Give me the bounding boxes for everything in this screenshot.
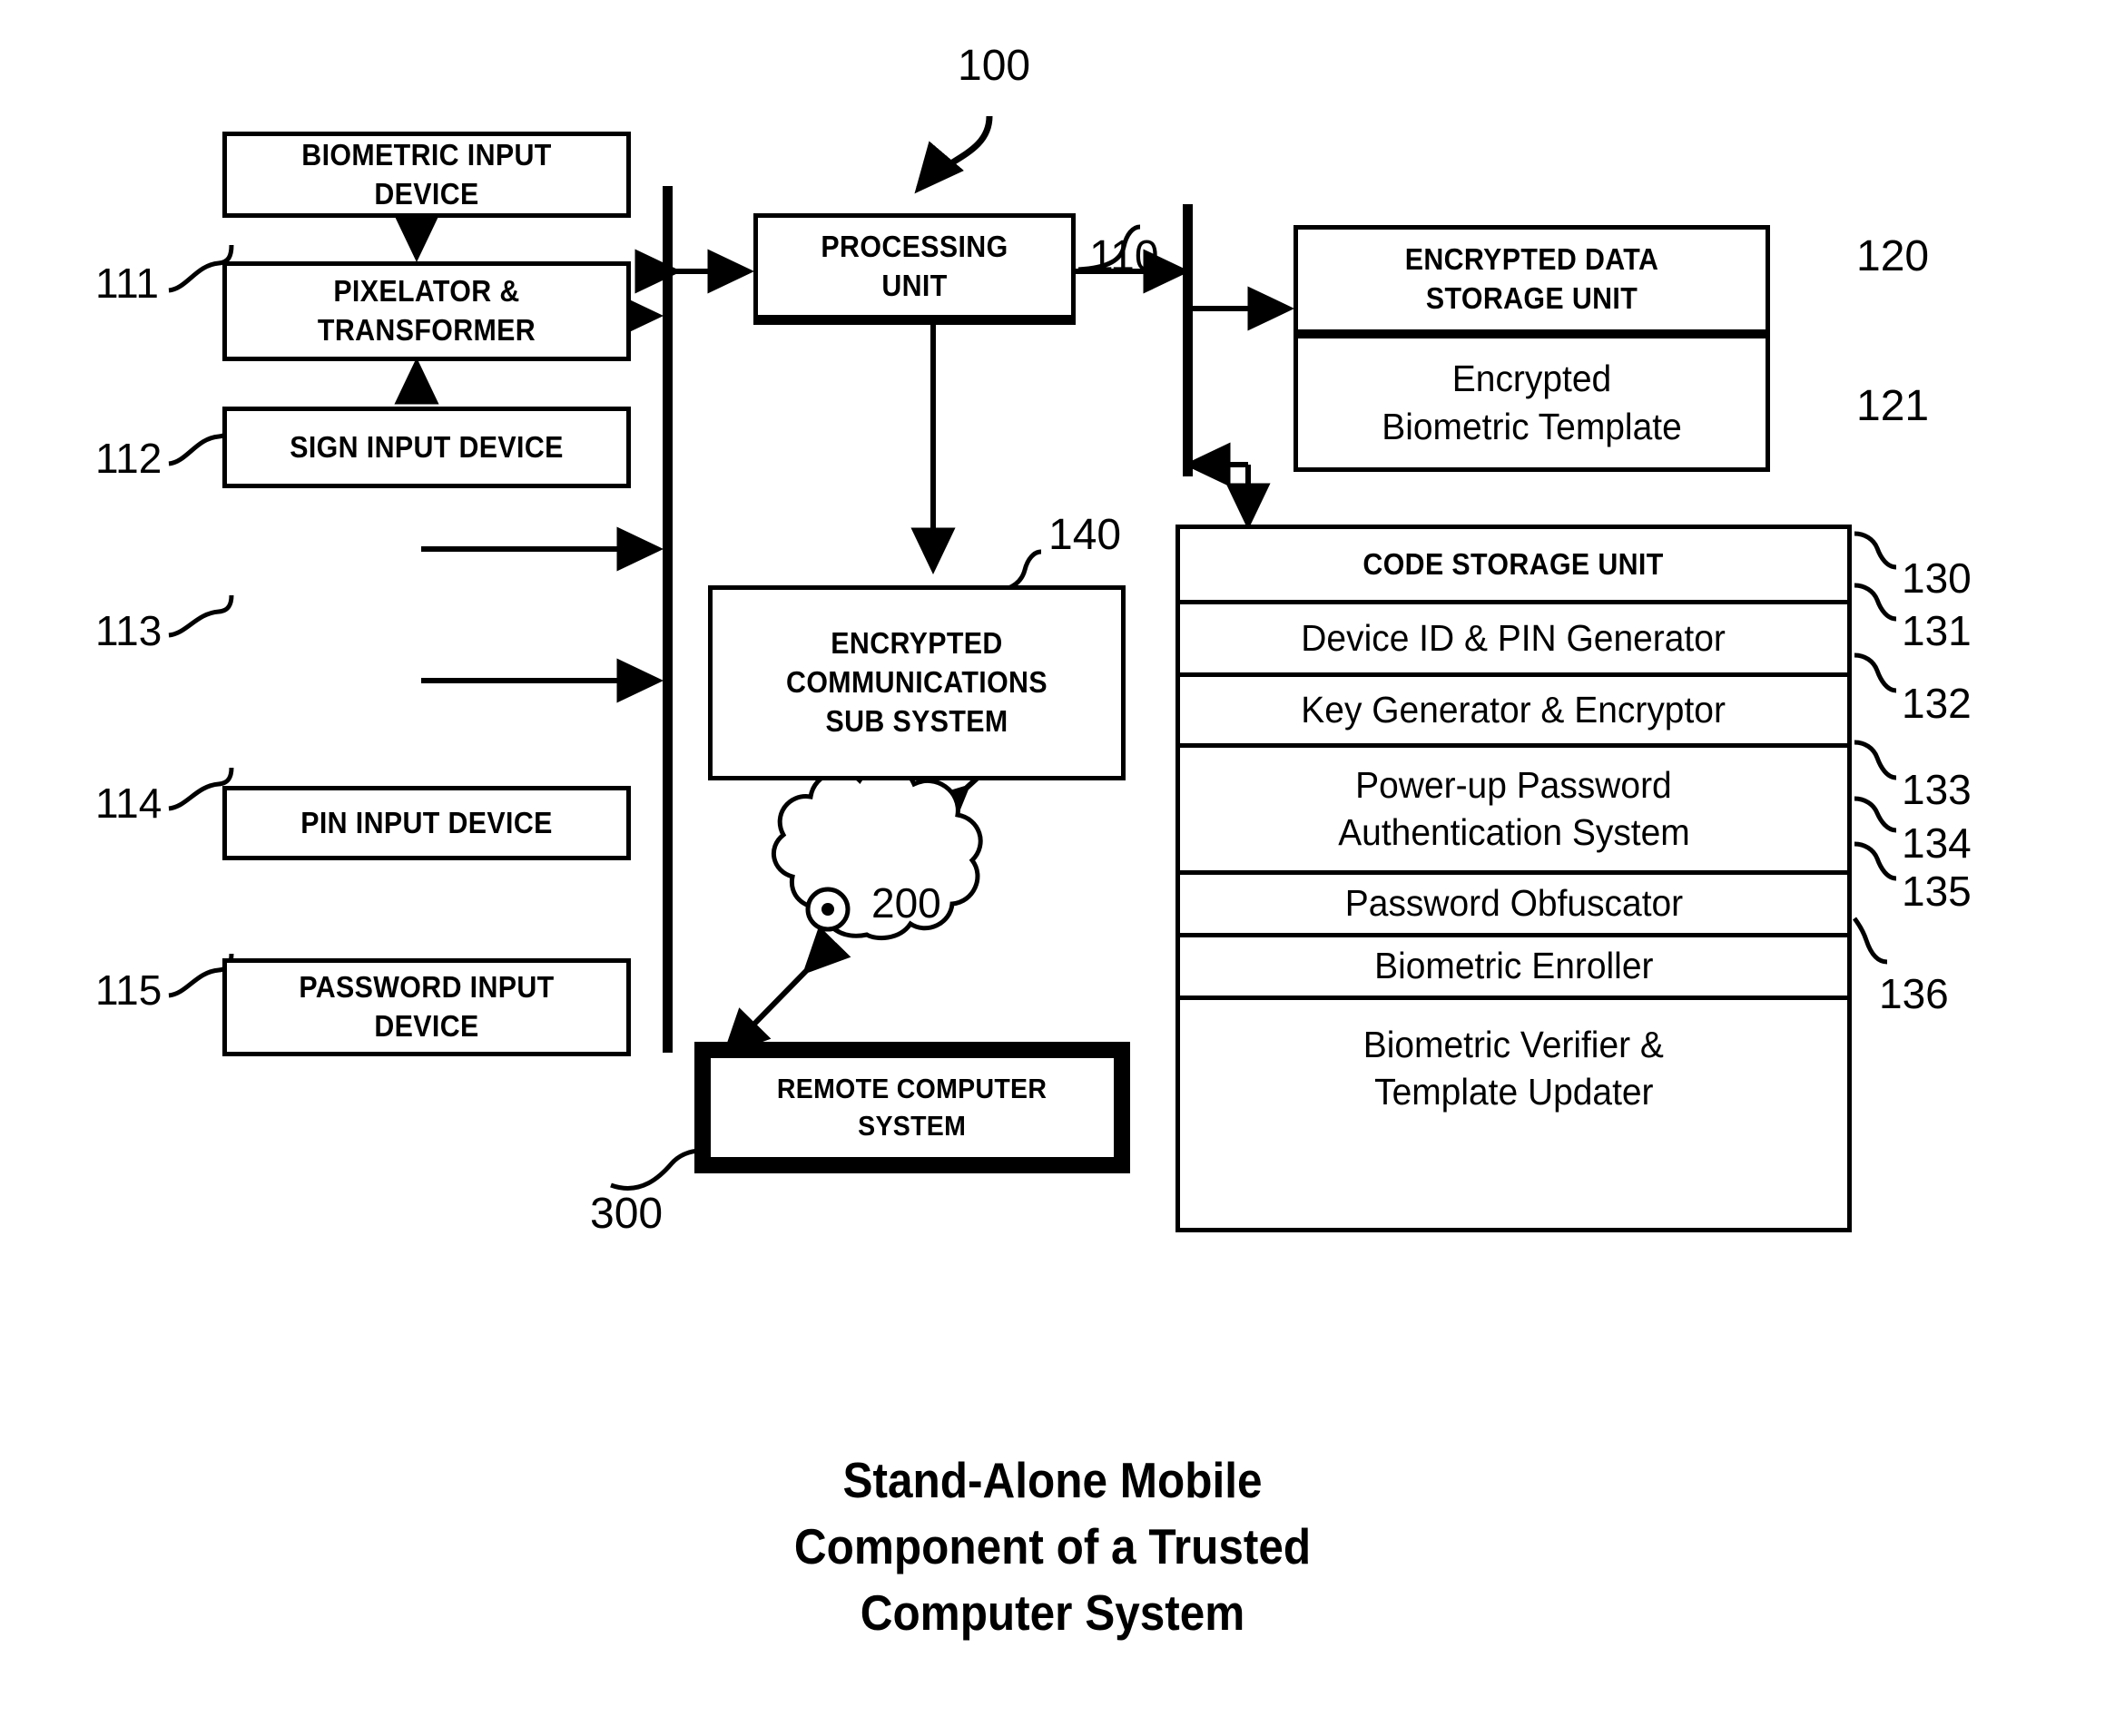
comms-subsystem-label-line3: SUB SYSTEM — [825, 703, 1008, 738]
network-cloud-label: 200 — [871, 879, 941, 927]
reference-numeral-100: 100 — [958, 42, 1031, 90]
remote-computer-system-label-line1: REMOTE COMPUTER — [777, 1073, 1048, 1105]
code-storage-row-password-obfuscator[interactable]: Password Obfuscator — [1180, 875, 1847, 937]
password-input-device-box[interactable]: PASSWORD INPUT DEVICE — [222, 958, 631, 1056]
code-storage-row-label-line2: Template Updater — [1373, 1070, 1654, 1113]
figure-caption-line1: Stand-Alone Mobile — [842, 1452, 1263, 1508]
reference-numeral-134: 134 — [1902, 819, 1972, 867]
code-storage-row-biometric-verifier-template-updater[interactable]: Biometric Verifier & Template Updater — [1180, 1000, 1847, 1137]
processing-unit-label-line1: PROCESSING — [821, 229, 1008, 263]
internal-bus-bar-left — [663, 186, 673, 1053]
code-storage-row-biometric-enroller[interactable]: Biometric Enroller — [1180, 937, 1847, 1000]
encrypted-data-storage-unit-label-line2: STORAGE UNIT — [1425, 281, 1638, 315]
figure-caption-line2: Component of a Trusted — [793, 1518, 1312, 1574]
encrypted-biometric-template-label-line1: Encrypted — [1451, 357, 1612, 399]
encrypted-biometric-template-box[interactable]: Encrypted Biometric Template — [1293, 334, 1770, 472]
sign-input-device-label: SIGN INPUT DEVICE — [290, 429, 564, 464]
encrypted-biometric-template-label-line2: Biometric Template — [1382, 406, 1682, 447]
patent-figure-canvas: BIOMETRIC INPUT DEVICE PIXELATOR & TRANS… — [0, 0, 2105, 1736]
code-storage-row-label: Device ID & PIN Generator — [1301, 616, 1726, 659]
encrypted-data-storage-unit-label-line1: ENCRYPTED DATA — [1404, 242, 1659, 277]
biometric-input-device-box[interactable]: BIOMETRIC INPUT DEVICE — [222, 132, 631, 218]
remote-computer-system-box[interactable]: REMOTE COMPUTER SYSTEM — [694, 1042, 1130, 1173]
internal-bus-bar-right — [1183, 204, 1193, 476]
reference-numeral-114: 114 — [95, 780, 162, 827]
pin-input-device-box[interactable]: PIN INPUT DEVICE — [222, 786, 631, 860]
reference-numeral-136: 136 — [1879, 970, 1949, 1017]
pixelator-transformer-label-line1: PIXELATOR & — [333, 274, 520, 309]
code-storage-row-device-id-pin-generator[interactable]: Device ID & PIN Generator — [1180, 604, 1847, 677]
code-storage-row-label-line1: Biometric Verifier & — [1362, 1024, 1665, 1066]
remote-computer-system-label-line2: SYSTEM — [858, 1109, 967, 1142]
biometric-input-device-label-line2: DEVICE — [374, 176, 479, 211]
code-storage-row-label: Biometric Enroller — [1373, 945, 1654, 987]
code-storage-row-label-line1: Power-up Password — [1355, 764, 1672, 807]
biometric-input-device-label-line1: BIOMETRIC INPUT — [301, 137, 552, 172]
reference-numeral-300: 300 — [590, 1190, 664, 1238]
reference-numeral-121: 121 — [1856, 382, 1930, 430]
reference-numeral-120: 120 — [1856, 232, 1930, 280]
code-storage-unit-header: CODE STORAGE UNIT — [1180, 529, 1847, 604]
code-storage-row-label-line2: Authentication System — [1337, 810, 1690, 853]
code-storage-unit-header-label: CODE STORAGE UNIT — [1362, 547, 1665, 582]
code-storage-row-label: Password Obfuscator — [1344, 882, 1683, 925]
reference-numeral-133: 133 — [1902, 766, 1972, 813]
password-input-device-label-line2: DEVICE — [374, 1009, 479, 1043]
processing-unit[interactable]: PROCESSING UNIT — [753, 213, 1076, 319]
pin-input-device-label: PIN INPUT DEVICE — [300, 805, 553, 839]
processing-unit-label-line2: UNIT — [881, 268, 948, 302]
code-storage-row-label: Key Generator & Encryptor — [1301, 688, 1726, 731]
pixelator-transformer-box[interactable]: PIXELATOR & TRANSFORMER — [222, 261, 631, 361]
remote-computer-system-inner: REMOTE COMPUTER SYSTEM — [708, 1055, 1116, 1160]
encrypted-data-storage-unit-box[interactable]: ENCRYPTED DATA STORAGE UNIT — [1293, 225, 1770, 334]
reference-numeral-130: 130 — [1902, 554, 1972, 602]
reference-numeral-113: 113 — [95, 607, 162, 654]
reference-numeral-140: 140 — [1048, 511, 1122, 559]
reference-numeral-131: 131 — [1902, 607, 1972, 654]
reference-numeral-132: 132 — [1902, 680, 1972, 727]
encrypted-communications-sub-system-box[interactable]: ENCRYPTED COMMUNICATIONS SUB SYSTEM — [708, 585, 1126, 780]
sign-input-device-box[interactable]: SIGN INPUT DEVICE — [222, 407, 631, 488]
reference-numeral-115: 115 — [95, 966, 162, 1014]
comms-subsystem-label-line2: COMMUNICATIONS — [786, 665, 1048, 700]
comms-subsystem-label-line1: ENCRYPTED — [831, 626, 1003, 661]
figure-caption-line3: Computer System — [860, 1584, 1245, 1641]
reference-numeral-112: 112 — [95, 435, 162, 482]
pixelator-transformer-label-line2: TRANSFORMER — [317, 313, 536, 347]
reference-numeral-110: 110 — [1089, 232, 1159, 280]
code-storage-row-power-up-password-authentication-system[interactable]: Power-up Password Authentication System — [1180, 748, 1847, 875]
code-storage-unit[interactable]: CODE STORAGE UNIT Device ID & PIN Genera… — [1175, 525, 1852, 1232]
code-storage-row-key-generator-encryptor[interactable]: Key Generator & Encryptor — [1180, 677, 1847, 748]
reference-numeral-135: 135 — [1902, 868, 1972, 915]
password-input-device-label-line1: PASSWORD INPUT — [299, 970, 555, 1005]
reference-numeral-111: 111 — [95, 260, 159, 307]
